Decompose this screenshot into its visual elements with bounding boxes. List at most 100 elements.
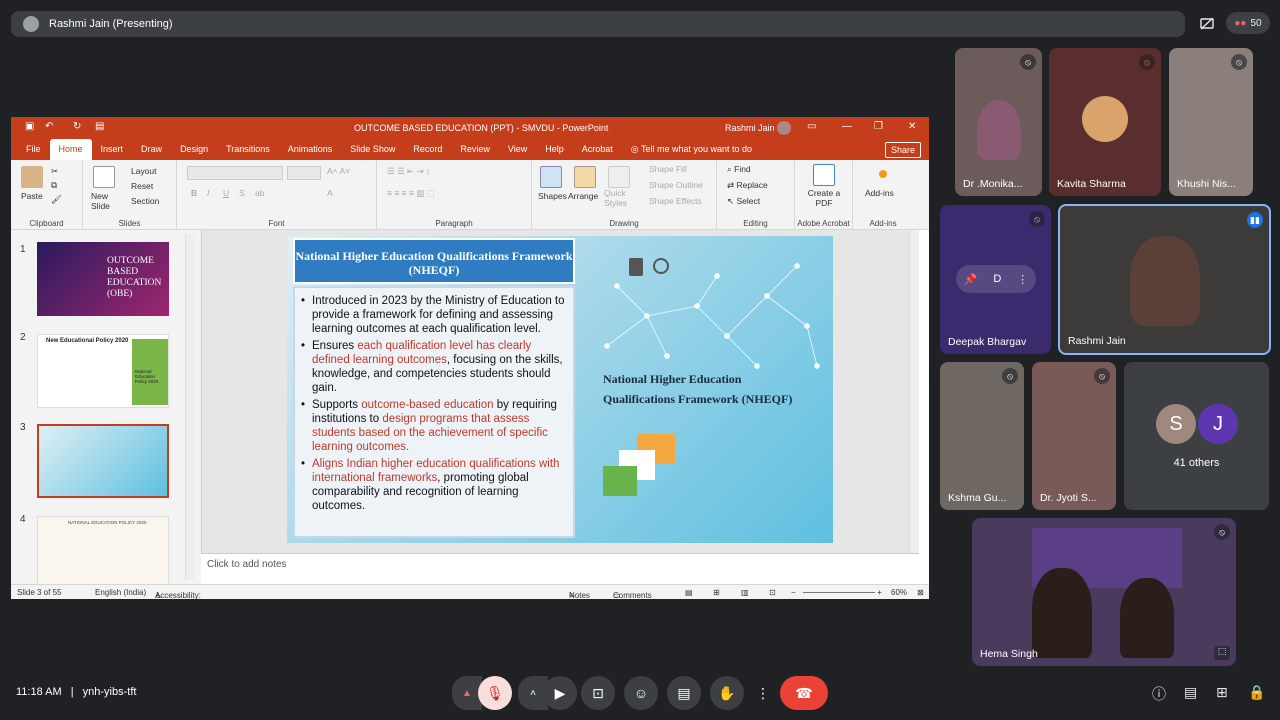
participant-tile-1[interactable]: ⦸ Dr .Monika...	[955, 48, 1042, 196]
notes-pane[interactable]: Click to add notes	[201, 553, 919, 584]
tab-home[interactable]: Home	[49, 139, 92, 160]
chat-icon[interactable]: ▤	[1184, 684, 1197, 701]
frame-icon[interactable]: D	[993, 273, 1001, 285]
slide-canvas[interactable]: National Higher Education Qualifications…	[287, 236, 833, 543]
copy-icon[interactable]: ⧉	[51, 180, 57, 191]
font-color-icon[interactable]: A	[327, 188, 333, 198]
language[interactable]: English (India)	[95, 588, 146, 597]
others-tile[interactable]: S J 41 others	[1124, 362, 1269, 510]
meeting-code[interactable]: ynh-yibs-tft	[83, 686, 137, 698]
zoom-slider[interactable]	[803, 592, 875, 593]
tile-hover-controls[interactable]: 📌 D ⋮	[956, 265, 1036, 293]
slide-thumb-1[interactable]: OUTCOME BASED EDUCATION (OBE)	[37, 242, 169, 316]
raise-hand-button[interactable]: ✋	[710, 676, 744, 710]
info-icon[interactable]: ⓘ	[1152, 684, 1166, 704]
spacing-icon[interactable]: ab	[255, 188, 264, 198]
addins-button[interactable]: Add-ins	[865, 188, 894, 198]
present-button[interactable]: ⊡	[581, 676, 615, 710]
participant-tile-6[interactable]: ⦸ Kshma Gu...	[940, 362, 1024, 510]
shape-outline-button[interactable]: Shape Outline	[649, 180, 703, 190]
screen-share-off-icon[interactable]	[1196, 14, 1218, 34]
zoom-in-icon[interactable]: +	[877, 588, 882, 597]
minimize-icon[interactable]: —	[842, 121, 852, 132]
ribbon-display-icon[interactable]: ▭	[807, 121, 816, 132]
tab-transitions[interactable]: Transitions	[217, 139, 279, 160]
more-vert-icon[interactable]: ⋮	[1017, 273, 1028, 286]
quick-styles-label[interactable]: Quick Styles	[604, 188, 630, 208]
participant-tile-7[interactable]: ⦸ Dr. Jyoti S...	[1032, 362, 1116, 510]
leave-call-button[interactable]: ☎	[780, 676, 828, 710]
shapes-label[interactable]: Shapes	[538, 191, 567, 201]
bold-icon[interactable]: B	[191, 188, 197, 198]
slide-thumb-2[interactable]: New Educational Policy 2020 National Edu…	[37, 334, 169, 408]
tab-slide-show[interactable]: Slide Show	[341, 139, 404, 160]
camera-button[interactable]: ▶	[543, 676, 577, 710]
find-label[interactable]: Find	[734, 164, 751, 174]
accessibility-label[interactable]: Accessibility: Good to go	[155, 591, 201, 599]
font-size-input[interactable]	[287, 166, 321, 180]
save-icon[interactable]: ▣	[25, 121, 34, 132]
fit-slide-icon[interactable]: ⊠	[917, 588, 924, 597]
tell-me-search[interactable]: ◎ Tell me what you want to do	[622, 139, 761, 160]
restore-icon[interactable]: ❐	[874, 121, 883, 132]
thumb-scrollbar[interactable]	[185, 234, 195, 580]
share-button[interactable]: Share	[884, 142, 921, 158]
bullets-icon[interactable]: ☰ ☰ ⇤ ⇥ ↕	[387, 166, 430, 177]
align-icon[interactable]: ≡ ≡ ≡ ≡ ▥ ⬚	[387, 188, 435, 199]
participant-tile-5-speaking[interactable]: ▮▮ Rashmi Jain	[1058, 204, 1271, 355]
participant-tile-2[interactable]: ⦸ Kavita Sharma	[1049, 48, 1161, 196]
create-pdf-label[interactable]: Create a PDF	[801, 188, 847, 208]
cut-icon[interactable]: ✂	[51, 166, 58, 177]
new-slide-icon[interactable]	[93, 166, 115, 188]
mic-off-button[interactable]: 🎙	[478, 676, 512, 710]
arrange-label[interactable]: Arrange	[568, 191, 598, 201]
tab-design[interactable]: Design	[171, 139, 217, 160]
normal-view-icon[interactable]: ▤	[685, 588, 693, 597]
tab-help[interactable]: Help	[536, 139, 573, 160]
more-options-button[interactable]: ⋮	[751, 676, 775, 710]
italic-icon[interactable]: I	[207, 188, 209, 198]
underline-icon[interactable]: U	[223, 188, 229, 198]
pin-icon[interactable]: 📌	[964, 273, 978, 286]
select-label[interactable]: Select	[736, 196, 760, 206]
comments-label[interactable]: Comments	[613, 591, 652, 599]
notes-label[interactable]: Notes	[569, 591, 590, 599]
strikethrough-icon[interactable]: S	[239, 188, 245, 198]
layout-button[interactable]: Layout	[131, 166, 157, 176]
slide-thumb-3-selected[interactable]	[37, 424, 169, 498]
replace-label[interactable]: Replace	[736, 180, 767, 190]
reset-button[interactable]: Reset	[131, 181, 153, 191]
shape-fill-button[interactable]: Shape Fill	[649, 164, 687, 174]
arrange-icon[interactable]	[574, 166, 596, 188]
redo-icon[interactable]: ↻	[73, 121, 81, 132]
present-icon[interactable]: ▤	[95, 121, 104, 132]
addins-icon[interactable]	[879, 170, 887, 178]
tab-animations[interactable]: Animations	[279, 139, 342, 160]
tab-file[interactable]: File	[17, 139, 50, 160]
tab-draw[interactable]: Draw	[132, 139, 171, 160]
expand-icon[interactable]: ⬚	[1214, 646, 1230, 660]
reading-view-icon[interactable]: ▥	[741, 588, 749, 597]
paste-icon[interactable]	[21, 166, 43, 188]
participant-tile-3[interactable]: ⦸ Khushi Nis...	[1169, 48, 1253, 196]
zoom-out-icon[interactable]: −	[791, 588, 796, 597]
format-painter-icon[interactable]: 🖌	[51, 194, 62, 205]
tab-view[interactable]: View	[499, 139, 536, 160]
font-name-input[interactable]	[187, 166, 283, 180]
tab-review[interactable]: Review	[451, 139, 499, 160]
user-avatar[interactable]	[777, 121, 791, 135]
section-button[interactable]: Section	[131, 196, 159, 206]
pdf-icon[interactable]	[813, 164, 835, 186]
host-controls-icon[interactable]: 🔒	[1248, 684, 1265, 701]
paste-label[interactable]: Paste	[21, 191, 43, 201]
quick-styles-icon[interactable]	[608, 166, 630, 188]
captions-button[interactable]: ▤	[667, 676, 701, 710]
slideshow-view-icon[interactable]: ⊡	[769, 588, 776, 597]
slide-scrollbar[interactable]	[909, 230, 919, 553]
undo-icon[interactable]: ↶	[45, 121, 53, 132]
participant-tile-4[interactable]: ⦸ 📌 D ⋮ Deepak Bhargav	[940, 205, 1051, 354]
close-icon[interactable]: ✕	[908, 121, 916, 132]
sorter-view-icon[interactable]: ⊞	[713, 588, 720, 597]
tab-record[interactable]: Record	[404, 139, 451, 160]
font-grow-icon[interactable]: A˄ A˅	[327, 166, 350, 176]
